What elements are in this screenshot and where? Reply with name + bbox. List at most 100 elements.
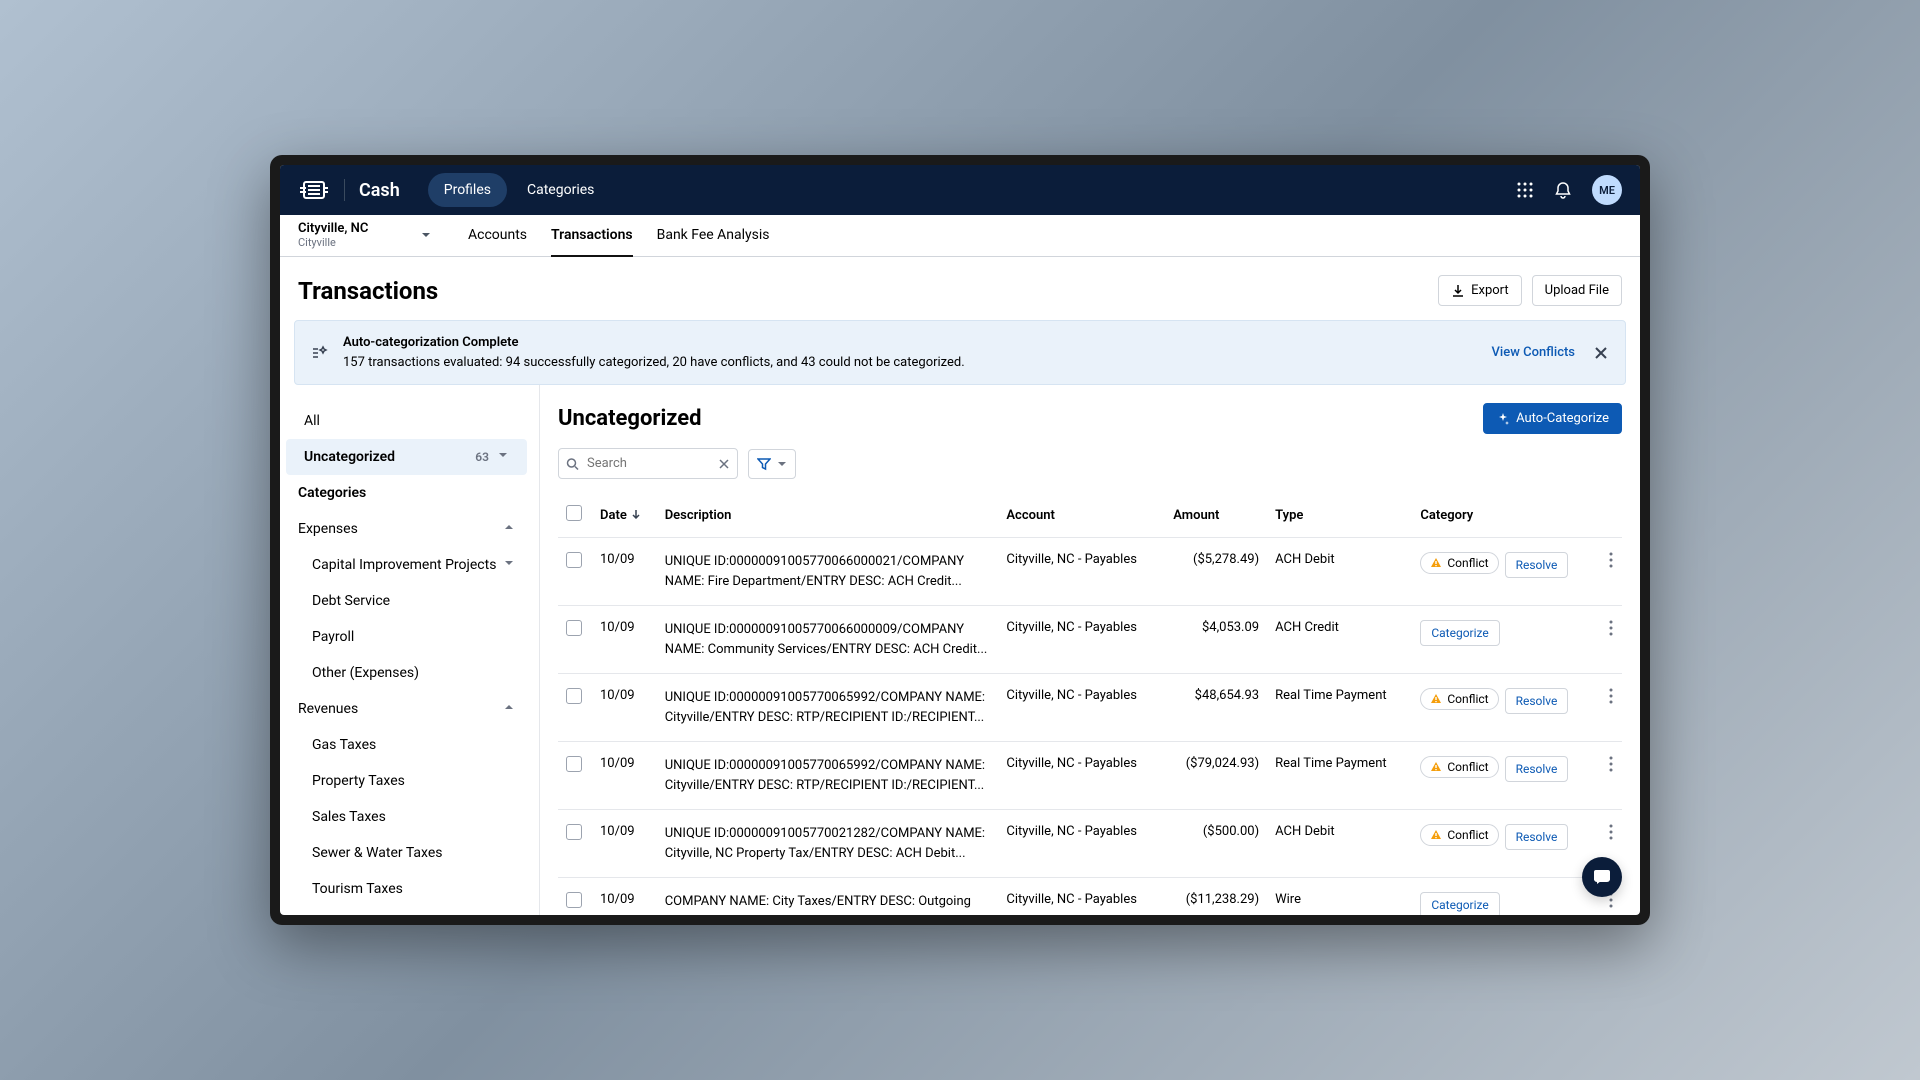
cell-description: UNIQUE ID:00000091005770066000021/COMPAN… — [657, 538, 999, 606]
resolve-button[interactable]: Resolve — [1505, 688, 1569, 714]
sidebar-item-all[interactable]: All — [286, 403, 527, 439]
view-conflicts-link[interactable]: View Conflicts — [1492, 345, 1575, 360]
row-checkbox[interactable] — [566, 756, 582, 772]
caret-down-icon — [420, 226, 432, 245]
cell-category: Categorize — [1412, 606, 1599, 674]
dots-vertical-icon — [1609, 824, 1613, 840]
auto-categorize-button[interactable]: Auto-Categorize — [1483, 403, 1622, 434]
cell-account: Cityville, NC - Payables — [998, 606, 1165, 674]
cell-type: ACH Debit — [1267, 810, 1412, 878]
caret-down-icon — [777, 459, 787, 469]
cell-account: Cityville, NC - Payables — [998, 538, 1165, 606]
row-checkbox[interactable] — [566, 824, 582, 840]
header: Cash Profiles Categories ME — [280, 165, 1640, 215]
row-more-menu[interactable] — [1599, 742, 1622, 810]
conflict-label: Conflict — [1447, 828, 1488, 842]
sidebar-item-sales-taxes[interactable]: Sales Taxes — [280, 799, 533, 835]
sidebar-group-revenues[interactable]: Revenues — [280, 691, 533, 727]
cell-description: COMPANY NAME: City Taxes/ENTRY DESC: Out… — [657, 878, 999, 916]
chevron-up-icon — [503, 521, 515, 537]
nav-profiles[interactable]: Profiles — [428, 173, 507, 207]
resolve-button[interactable]: Resolve — [1505, 552, 1569, 578]
cell-account: Cityville, NC - Payables — [998, 878, 1165, 916]
conflict-label: Conflict — [1447, 692, 1488, 706]
sparkle-list-icon — [311, 344, 329, 362]
entity-dropdown[interactable]: Cityville, NC Cityville — [280, 215, 450, 256]
transactions-table: Date Description Account Amount Type Cat… — [558, 493, 1622, 915]
tab-transactions[interactable]: Transactions — [551, 215, 633, 257]
nav-categories[interactable]: Categories — [511, 173, 610, 207]
categorize-button[interactable]: Categorize — [1420, 892, 1499, 915]
clear-icon[interactable] — [718, 458, 730, 470]
col-description[interactable]: Description — [657, 493, 999, 538]
filter-button[interactable] — [748, 449, 796, 479]
cell-category: Categorize — [1412, 878, 1599, 916]
chat-icon — [1592, 867, 1612, 887]
row-more-menu[interactable] — [1599, 674, 1622, 742]
export-label: Export — [1471, 283, 1509, 298]
resolve-button[interactable]: Resolve — [1505, 756, 1569, 782]
row-more-menu[interactable] — [1599, 538, 1622, 606]
apps-grid-icon[interactable] — [1516, 181, 1534, 199]
chevron-down-icon — [497, 449, 509, 465]
page-title: Transactions — [298, 277, 438, 305]
categorize-button[interactable]: Categorize — [1420, 620, 1499, 646]
col-category[interactable]: Category — [1412, 493, 1599, 538]
col-amount[interactable]: Amount — [1165, 493, 1267, 538]
sidebar-item-property-taxes[interactable]: Property Taxes — [280, 763, 533, 799]
chat-fab[interactable] — [1582, 857, 1622, 897]
sidebar-item-other-expenses[interactable]: Other (Expenses) — [280, 655, 533, 691]
dots-vertical-icon — [1609, 620, 1613, 636]
download-icon — [1451, 284, 1465, 298]
avatar[interactable]: ME — [1592, 175, 1622, 205]
banner-message: 157 transactions evaluated: 94 successfu… — [343, 355, 965, 370]
cell-amount: $4,053.09 — [1165, 606, 1267, 674]
sidebar-item-debt-service[interactable]: Debt Service — [280, 583, 533, 619]
export-button[interactable]: Export — [1438, 275, 1522, 306]
col-date[interactable]: Date — [592, 493, 657, 538]
sidebar-item-sewer-water-taxes[interactable]: Sewer & Water Taxes — [280, 835, 533, 871]
sidebar-group-expenses[interactable]: Expenses — [280, 511, 533, 547]
search-input-wrapper — [558, 448, 738, 479]
tab-bank-fee-analysis[interactable]: Bank Fee Analysis — [657, 215, 770, 257]
col-account[interactable]: Account — [998, 493, 1165, 538]
table-row: 10/09 UNIQUE ID:00000091005770065992/COM… — [558, 742, 1622, 810]
col-type[interactable]: Type — [1267, 493, 1412, 538]
sidebar-item-cip[interactable]: Capital Improvement Projects — [280, 547, 533, 583]
row-checkbox[interactable] — [566, 892, 582, 908]
row-more-menu[interactable] — [1599, 606, 1622, 674]
conflict-label: Conflict — [1447, 760, 1488, 774]
row-checkbox[interactable] — [566, 620, 582, 636]
cell-type: Real Time Payment — [1267, 742, 1412, 810]
sidebar-item-payroll[interactable]: Payroll — [280, 619, 533, 655]
bell-icon[interactable] — [1554, 181, 1572, 199]
sort-down-icon — [631, 508, 641, 523]
resolve-button[interactable]: Resolve — [1505, 824, 1569, 850]
tab-accounts[interactable]: Accounts — [468, 215, 527, 257]
sidebar-item-gas-taxes[interactable]: Gas Taxes — [280, 727, 533, 763]
sidebar-item-label: Uncategorized — [304, 449, 395, 465]
app-logo-icon — [298, 174, 330, 206]
content-panel: Uncategorized Auto-Categorize Date — [540, 385, 1640, 915]
uncategorized-count: 63 — [475, 450, 489, 464]
sidebar-item-label: Expenses — [298, 521, 358, 537]
row-checkbox[interactable] — [566, 552, 582, 568]
sidebar-item-uncategorized[interactable]: Uncategorized 63 — [286, 439, 527, 475]
cell-date: 10/09 — [592, 538, 657, 606]
row-checkbox[interactable] — [566, 688, 582, 704]
cell-date: 10/09 — [592, 742, 657, 810]
sidebar-item-tourism-taxes[interactable]: Tourism Taxes — [280, 871, 533, 907]
table-row: 10/09 UNIQUE ID:00000091005770021282/COM… — [558, 810, 1622, 878]
conflict-chip: Conflict — [1420, 756, 1498, 778]
search-input[interactable] — [558, 448, 738, 479]
warning-icon — [1430, 829, 1442, 841]
entity-sub: Cityville — [298, 237, 368, 249]
sidebar-item-label: Capital Improvement Projects — [312, 557, 496, 573]
cell-amount: ($5,278.49) — [1165, 538, 1267, 606]
close-icon[interactable] — [1593, 345, 1609, 361]
select-all-checkbox[interactable] — [566, 505, 582, 521]
entity-name: Cityville, NC — [298, 222, 368, 236]
dots-vertical-icon — [1609, 552, 1613, 568]
upload-file-button[interactable]: Upload File — [1532, 275, 1622, 306]
conflict-chip: Conflict — [1420, 824, 1498, 846]
